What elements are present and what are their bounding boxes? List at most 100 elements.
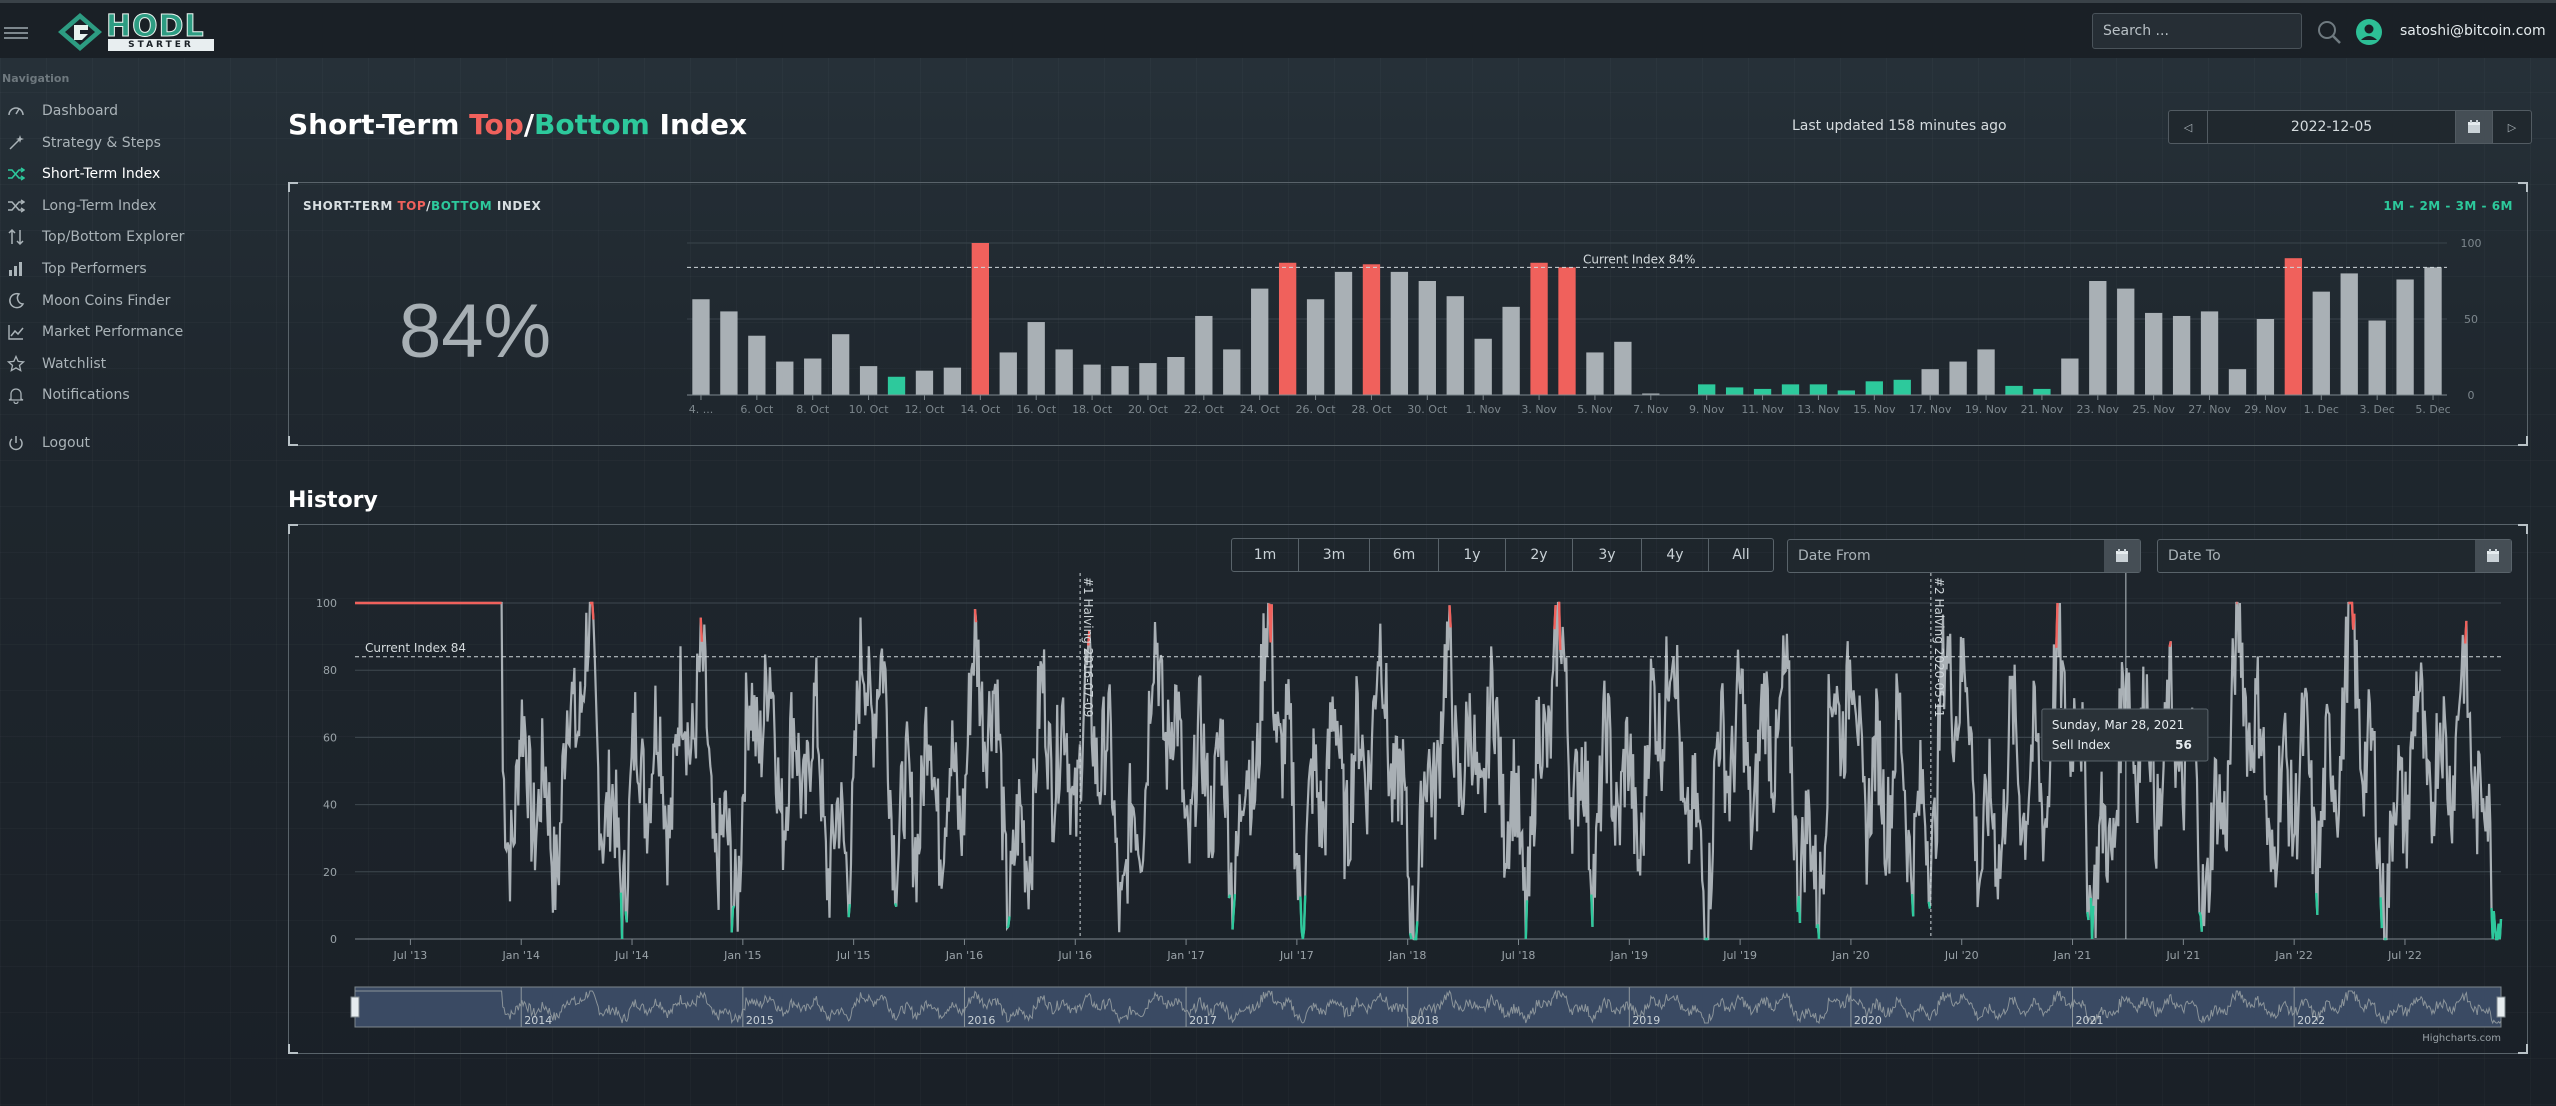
date-navigator: ◁ 2022-12-05 ▷ (2168, 110, 2532, 144)
range-button-3m[interactable]: 3m (1299, 539, 1370, 571)
power-icon (6, 434, 26, 452)
sidebar-item-label: Short-Term Index (42, 166, 161, 182)
x-tick-label: 12. Oct (904, 403, 945, 416)
bar (1837, 390, 1856, 395)
sidebar-item-label: Notifications (42, 387, 130, 403)
x-tick-label: 5. Dec (2415, 403, 2450, 416)
sidebar-item-moon-coins-finder[interactable]: Moon Coins Finder (0, 288, 260, 314)
x-tick-label: Jan '20 (1831, 949, 1869, 962)
logo[interactable]: HODL STARTER (58, 9, 218, 53)
date-from-input[interactable] (1788, 540, 2104, 572)
bar (776, 361, 794, 395)
previous-date-button[interactable]: ◁ (2169, 111, 2208, 143)
sidebar-item-label: Dashboard (42, 103, 118, 119)
calendar-button[interactable] (2455, 111, 2492, 143)
x-tick-label: Jul '16 (1057, 949, 1092, 962)
short-term-index-bar-chart[interactable]: 0 50 100 4. ... 6. Oct 8. Oct 10. Oct 12. Oct 14… (289, 183, 2529, 447)
date-to-calendar-button[interactable] (2475, 540, 2511, 572)
user-email[interactable]: satoshi@bitcoin.com (2400, 23, 2546, 39)
menu-icon[interactable] (4, 27, 28, 39)
bar (915, 370, 934, 395)
bar (1167, 357, 1185, 395)
sidebar-item-top-performers[interactable]: Top Performers (0, 256, 260, 282)
x-tick-label: Jul '15 (836, 949, 871, 962)
avatar[interactable] (2356, 19, 2382, 45)
navigator-label: 2016 (967, 1014, 995, 1027)
x-tick-label: Jul '17 (1279, 949, 1314, 962)
gauge-icon (6, 102, 26, 120)
x-tick-label: Jan '19 (1610, 949, 1648, 962)
bottom-zone-line (619, 892, 2503, 941)
navigator-label: 2015 (746, 1014, 774, 1027)
y-tick-label: 0 (2468, 389, 2475, 402)
date-from-calendar-button[interactable] (2104, 540, 2140, 572)
x-tick-label: 15. Nov (1853, 403, 1896, 416)
bar (692, 299, 710, 395)
y-tick-label: 20 (323, 866, 337, 879)
sidebar-item-market-performance[interactable]: Market Performance (0, 319, 260, 345)
tooltip-date: Sunday, Mar 28, 2021 (2052, 718, 2184, 732)
sidebar-item-long-term-index[interactable]: Long-Term Index (0, 193, 260, 219)
bar (831, 334, 850, 395)
date-to-input[interactable] (2158, 540, 2475, 572)
x-tick-label: 18. Oct (1072, 403, 1113, 416)
chevron-left-icon: ◁ (2183, 120, 2193, 134)
bar (2340, 273, 2358, 395)
history-title: History (288, 488, 378, 513)
sidebar-item-label: Top Performers (42, 261, 147, 277)
range-button-3y[interactable]: 3y (1573, 539, 1642, 571)
navigator-label: 2020 (1854, 1014, 1882, 1027)
x-tick-label: 22. Oct (1184, 403, 1225, 416)
bar (1698, 384, 1716, 395)
bar (1809, 384, 1828, 395)
x-tick-label: Jan '21 (2053, 949, 2091, 962)
sidebar-item-dashboard[interactable]: Dashboard (0, 98, 260, 124)
star-icon (6, 355, 26, 373)
next-date-button[interactable]: ▷ (2492, 111, 2531, 143)
logo-subtext: STARTER (108, 39, 214, 51)
x-tick-label: Jul '13 (393, 949, 428, 962)
range-button-1y[interactable]: 1y (1439, 539, 1506, 571)
sidebar-item-short-term-index[interactable]: Short-Term Index (0, 161, 260, 187)
bar (859, 366, 878, 395)
range-button-all[interactable]: All (1709, 539, 1773, 571)
x-tick-label: 16. Oct (1016, 403, 1057, 416)
bar (1474, 338, 1492, 395)
x-tick-label: 10. Oct (849, 403, 890, 416)
sidebar-item-label: Logout (42, 435, 90, 451)
title-text: Short-Term (288, 108, 470, 141)
calendar-icon (2487, 549, 2499, 562)
calendar-icon (2116, 549, 2128, 562)
x-tick-label: 8. Oct (796, 403, 830, 416)
search-input[interactable] (2092, 13, 2302, 49)
range-button-2y[interactable]: 2y (1506, 539, 1573, 571)
date-from-field (1787, 539, 2141, 573)
current-index-label: Current Index 84% (1583, 252, 1695, 266)
search-icon[interactable] (2316, 19, 2342, 45)
range-button-4y[interactable]: 4y (1642, 539, 1709, 571)
sidebar-item-watchlist[interactable]: Watchlist (0, 351, 260, 377)
bar (1362, 264, 1381, 395)
navigator-handle-left (350, 996, 360, 1018)
bar (1027, 322, 1045, 395)
sort-icon (6, 228, 26, 246)
navigator-label: 2019 (1632, 1014, 1660, 1027)
sidebar-item-notifications[interactable]: Notifications (0, 382, 260, 408)
x-tick-label: Jul '18 (1501, 949, 1536, 962)
history-line-chart[interactable]: 0 20 40 60 80 100 Jul '13 Jan '14 Jul '14 Jan '15… (289, 525, 2529, 1055)
halving-label: #1 Halving 2016-07-09 (1081, 577, 1095, 717)
sidebar-item-top-bottom-explorer[interactable]: Top/Bottom Explorer (0, 224, 260, 250)
x-tick-label: 23. Nov (2077, 403, 2120, 416)
range-button-6m[interactable]: 6m (1370, 539, 1439, 571)
x-tick-label: Jan '14 (501, 949, 539, 962)
sidebar-item-strategy[interactable]: Strategy & Steps (0, 130, 260, 156)
bar (2284, 258, 2303, 395)
selected-date[interactable]: 2022-12-05 (2208, 111, 2455, 143)
range-button-1m[interactable]: 1m (1232, 539, 1299, 571)
bar (2200, 311, 2219, 395)
sidebar-item-logout[interactable]: Logout (0, 430, 260, 456)
navigator-label: 2022 (2297, 1014, 2325, 1027)
top-zone-line (355, 601, 2468, 651)
x-tick-label: 14. Oct (960, 403, 1001, 416)
bar (1530, 262, 1548, 395)
